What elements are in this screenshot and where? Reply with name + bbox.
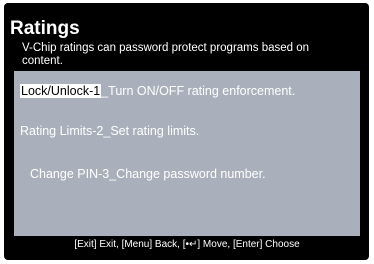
navigation-hint-bar: [Exit] Exit, [Menu] Back, [•↵] Move, [En… (74, 239, 300, 250)
menu-item-change-pin[interactable]: Change PIN-3_Change password number. (30, 166, 266, 182)
menu-item-description: _Turn ON/OFF rating enforcement. (101, 84, 296, 98)
page-title: Ratings (10, 18, 80, 39)
menu-item-description: _Set rating limits. (103, 124, 200, 138)
menu-item-rating-limits[interactable]: Rating Limits-2_Set rating limits. (20, 123, 199, 139)
menu-item-key: Lock/Unlock-1 (20, 84, 102, 98)
menu-item-key: Change PIN-3 (30, 167, 110, 181)
page-subtitle: V-Chip ratings can password protect prog… (22, 42, 310, 67)
menu-item-description: _Change password number. (109, 167, 266, 181)
menu-item-key: Rating Limits-2 (20, 124, 104, 138)
ratings-menu-panel: Lock/Unlock-1_Turn ON/OFF rating enforce… (14, 71, 360, 236)
menu-item-lock-unlock[interactable]: Lock/Unlock-1_Turn ON/OFF rating enforce… (20, 83, 295, 99)
